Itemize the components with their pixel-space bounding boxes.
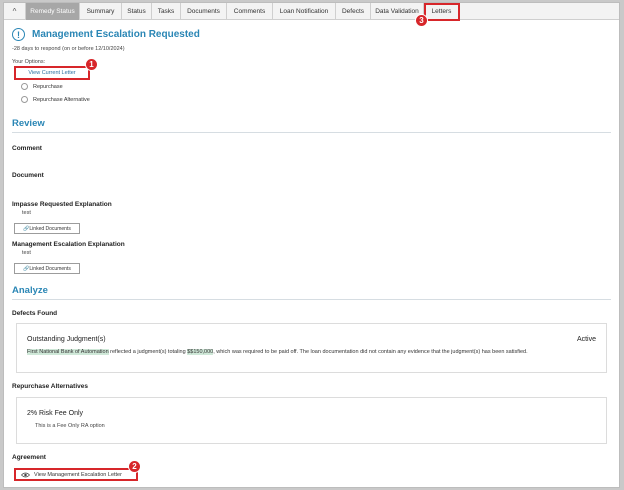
repurchase-alternative-card: 2% Risk Fee Only This is a Fee Only RA o… bbox=[16, 397, 607, 444]
management-escalation-explanation-value: test bbox=[22, 250, 31, 256]
options-label: Your Options: bbox=[12, 59, 46, 65]
defects-found-label: Defects Found bbox=[12, 310, 58, 317]
ra-description: This is a Fee Only RA option bbox=[35, 423, 105, 429]
alert-circle-icon: ! bbox=[12, 28, 25, 41]
tab-documents[interactable]: Documents bbox=[181, 3, 227, 20]
remedy-status-content: ! Management Escalation Requested -28 da… bbox=[12, 25, 611, 487]
tab-comments[interactable]: Comments bbox=[227, 3, 273, 20]
letters-tab-highlight bbox=[424, 3, 460, 21]
eye-icon bbox=[21, 472, 30, 477]
linked-documents-button[interactable]: 🔗 Linked Documents bbox=[14, 263, 80, 274]
highlight-amount: $$150,000 bbox=[187, 349, 214, 355]
tab-status[interactable]: Status bbox=[122, 3, 152, 20]
linked-documents-label: Linked Documents bbox=[29, 265, 71, 272]
collapse-chevron-icon[interactable]: ^ bbox=[4, 3, 26, 20]
tab-loan-notification[interactable]: Loan Notification bbox=[273, 3, 336, 20]
callout-badge-2: 2 bbox=[128, 460, 141, 473]
callout-badge-1: 1 bbox=[85, 58, 98, 71]
option-label: Repurchase Alternative bbox=[33, 96, 90, 103]
analyze-section-title: Analyze bbox=[12, 285, 48, 296]
impasse-explanation-value: test bbox=[22, 210, 31, 216]
impasse-explanation-label: Impasse Requested Explanation bbox=[12, 201, 112, 208]
desc-text: reflected a judgment(s) totaling bbox=[108, 349, 188, 355]
management-escalation-explanation-label: Management Escalation Explanation bbox=[12, 241, 125, 248]
review-section-title: Review bbox=[12, 118, 45, 129]
linked-documents-button[interactable]: 🔗 Linked Documents bbox=[14, 223, 80, 234]
defect-card: Outstanding Judgment(s) Active First Nat… bbox=[16, 323, 607, 373]
radio-repurchase[interactable] bbox=[21, 83, 28, 90]
tab-summary[interactable]: Summary bbox=[80, 3, 122, 20]
main-panel: ^ Remedy Status Summary Status Tasks Doc… bbox=[3, 2, 620, 488]
repurchase-alternatives-label: Repurchase Alternatives bbox=[12, 383, 88, 390]
page-title: Management Escalation Requested bbox=[32, 29, 200, 40]
option-repurchase[interactable]: Repurchase bbox=[21, 82, 63, 91]
linked-documents-label: Linked Documents bbox=[29, 225, 71, 232]
ra-title: 2% Risk Fee Only bbox=[27, 410, 84, 417]
tab-defects[interactable]: Defects bbox=[336, 3, 371, 20]
radio-repurchase-alternative[interactable] bbox=[21, 96, 28, 103]
tab-bar: ^ Remedy Status Summary Status Tasks Doc… bbox=[4, 3, 619, 20]
tab-tasks[interactable]: Tasks bbox=[152, 3, 181, 20]
comment-label: Comment bbox=[12, 145, 42, 152]
defect-description: First National Bank of Automation reflec… bbox=[27, 348, 598, 356]
view-current-letter-link[interactable]: View Current Letter bbox=[14, 66, 90, 80]
view-management-escalation-letter-button[interactable]: View Management Escalation Letter bbox=[14, 468, 138, 481]
highlight-bank: First National Bank of Automation bbox=[27, 349, 109, 355]
view-letter-label: View Management Escalation Letter bbox=[34, 471, 122, 478]
defect-status: Active bbox=[576, 336, 596, 343]
days-to-respond: -28 days to respond (on or before 12/10/… bbox=[12, 46, 125, 52]
divider bbox=[12, 299, 611, 300]
agreement-label: Agreement bbox=[12, 454, 46, 461]
divider bbox=[12, 132, 611, 133]
option-label: Repurchase bbox=[33, 83, 63, 90]
tab-remedy-status[interactable]: Remedy Status bbox=[26, 3, 80, 20]
option-repurchase-alternative[interactable]: Repurchase Alternative bbox=[21, 95, 90, 104]
document-label: Document bbox=[12, 172, 44, 179]
desc-text: , which was required to be paid off. The… bbox=[213, 349, 528, 355]
defect-title: Outstanding Judgment(s) bbox=[27, 336, 106, 343]
